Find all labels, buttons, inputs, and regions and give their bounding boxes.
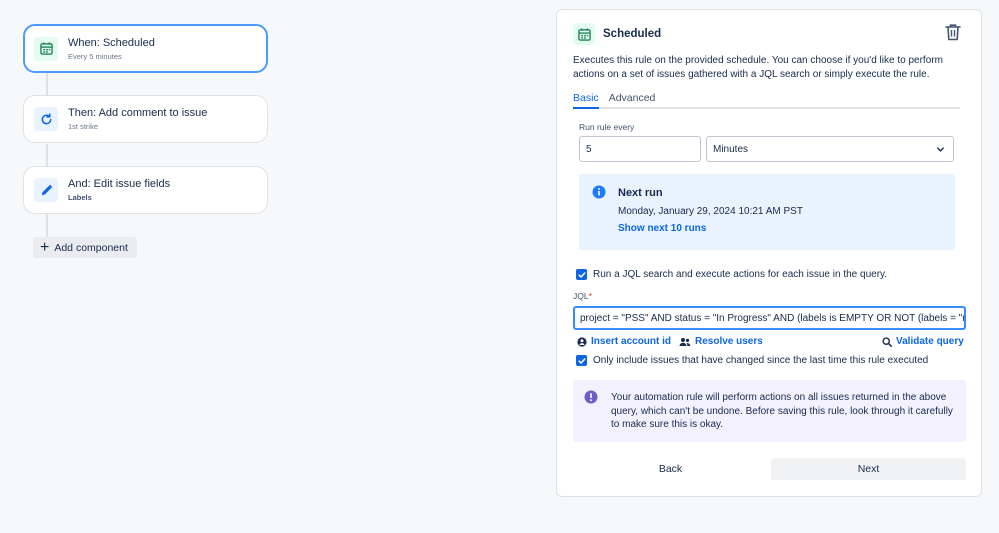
add-component-label: Add component <box>54 241 128 254</box>
jql-search-checkbox[interactable] <box>576 269 587 280</box>
next-run-date: Monday, January 29, 2024 10:21 AM PST <box>618 206 803 217</box>
tab-basic[interactable]: Basic <box>573 91 599 109</box>
trigger-subtitle: Every 5 minutes <box>68 51 122 61</box>
panel-description: Executes this rule on the provided sched… <box>573 55 943 80</box>
info-icon <box>592 185 606 199</box>
next-button[interactable]: Next <box>771 458 966 480</box>
resolve-users-label: Resolve users <box>695 336 763 347</box>
panel-tabs: Basic Advanced <box>573 91 960 109</box>
warning-message: Your automation rule will perform action… <box>573 380 966 442</box>
back-button[interactable]: Back <box>573 458 768 480</box>
warning-text: Your automation rule will perform action… <box>611 392 953 430</box>
insert-account-id-link[interactable]: Insert account id <box>577 336 671 347</box>
trigger-title: When: Scheduled <box>68 36 155 49</box>
action2-title: And: Edit issue fields <box>68 178 171 190</box>
validate-query-link[interactable]: Validate query <box>882 336 964 347</box>
trash-icon[interactable] <box>945 23 963 43</box>
panel-header: Scheduled <box>573 23 661 45</box>
search-icon <box>882 336 892 347</box>
run-every-input[interactable]: 5 <box>579 136 701 162</box>
chevron-down-icon <box>937 147 944 152</box>
flow-node-edit-fields[interactable]: And: Edit issue fields Labels <box>23 166 268 214</box>
flow-connector-1 <box>46 72 48 96</box>
calendar-icon <box>573 23 595 45</box>
warning-icon <box>584 390 598 404</box>
jql-search-checkbox-label: Run a JQL search and execute actions for… <box>593 269 888 280</box>
insert-account-id-label: Insert account id <box>591 336 672 347</box>
next-run-title: Next run <box>618 187 663 199</box>
next-run-info: Next run Monday, January 29, 2024 10:21 … <box>579 174 955 250</box>
plus-icon: + <box>40 238 50 256</box>
panel-title: Scheduled <box>603 28 662 40</box>
checkmark-icon <box>577 357 586 364</box>
checkmark-icon <box>577 271 586 278</box>
changed-issues-checkbox-label: Only include issues that have changed si… <box>593 355 929 366</box>
flow-connector-3 <box>46 214 48 238</box>
pencil-icon <box>34 178 58 202</box>
calendar-icon <box>34 36 58 61</box>
flow-node-trigger[interactable]: When: Scheduled Every 5 minutes <box>23 24 268 73</box>
action1-subtitle: 1st strike <box>68 122 99 131</box>
required-asterisk: * <box>588 291 592 301</box>
flow-connector-2 <box>46 144 48 166</box>
jql-label: JQL* <box>573 291 592 301</box>
add-component-button[interactable]: + Add component <box>33 237 137 258</box>
action1-title: Then: Add comment to issue <box>68 107 208 119</box>
people-icon <box>679 337 691 346</box>
tab-advanced[interactable]: Advanced <box>609 91 656 109</box>
jql-label-text: JQL <box>573 291 589 301</box>
action2-subtitle: Labels <box>68 193 92 202</box>
resolve-users-link[interactable]: Resolve users <box>679 336 763 347</box>
comment-refresh-icon <box>34 107 58 131</box>
config-panel: Scheduled Executes this rule on the prov… <box>556 9 982 497</box>
flow-node-add-comment[interactable]: Then: Add comment to issue 1st strike <box>23 95 268 143</box>
changed-issues-checkbox[interactable] <box>576 355 587 366</box>
user-circle-icon <box>577 336 587 347</box>
show-next-runs-link[interactable]: Show next 10 runs <box>618 223 706 234</box>
run-every-label: Run rule every <box>579 122 635 132</box>
time-unit-select[interactable]: Minutes <box>706 136 954 162</box>
validate-query-label: Validate query <box>896 336 964 347</box>
jql-input[interactable]: project = "PSS" AND status = "In Progres… <box>573 306 966 330</box>
time-unit-value: Minutes <box>713 143 749 155</box>
